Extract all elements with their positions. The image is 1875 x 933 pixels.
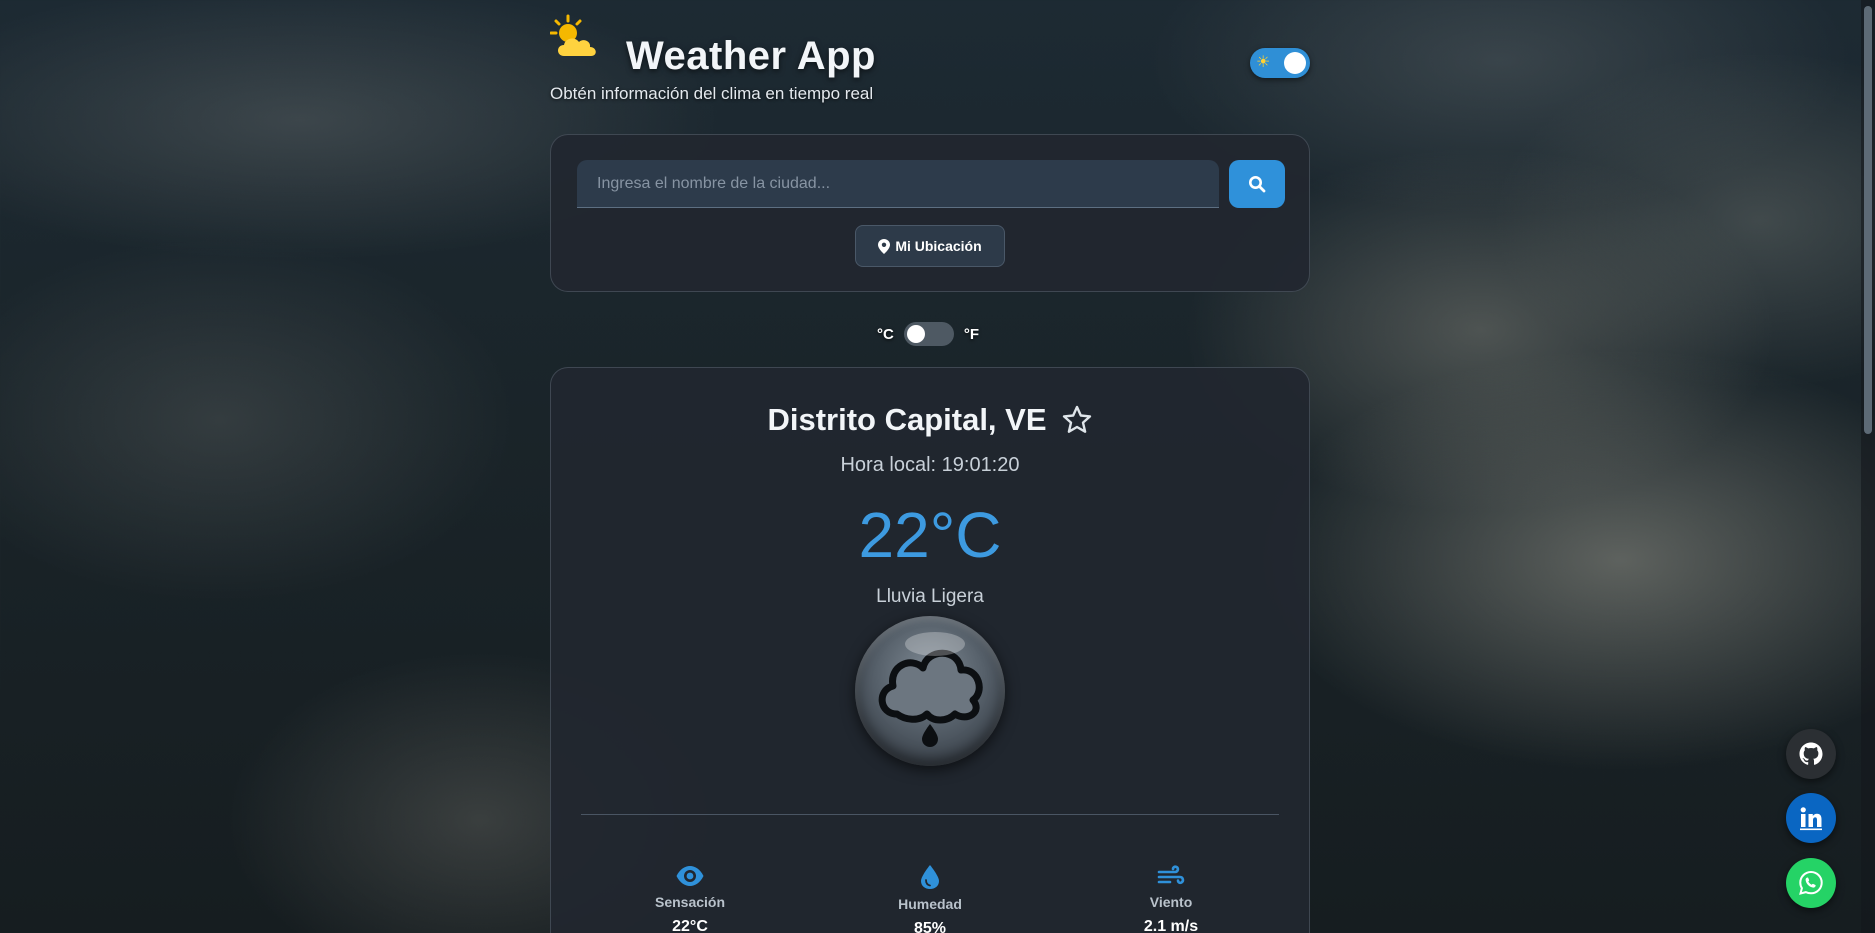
theme-toggle-knob [1284,52,1306,74]
whatsapp-icon [1799,870,1823,895]
fahrenheit-label: °F [963,325,980,343]
linkedin-button[interactable] [1786,793,1836,843]
rain-cloud-icon [855,616,1005,766]
my-location-button[interactable]: Mi Ubicación [855,225,1005,267]
search-button[interactable] [1229,160,1285,208]
stat-wind: Viento 2.1 m/s [1081,864,1261,933]
unit-toggle[interactable] [903,322,954,346]
unit-toggle-knob [906,325,925,343]
my-location-label: Mi Ubicación [895,238,982,254]
whatsapp-button[interactable] [1786,858,1836,908]
weather-description: Lluvia Ligera [876,586,984,607]
stat-humidity: Humedad 85% [840,864,1020,933]
stat-feels-like: Sensación 22°C [600,864,780,933]
wind-icon [1157,865,1185,885]
celsius-label: °C [877,325,894,343]
local-time: Hora local: 19:01:20 [840,454,1020,476]
linkedin-icon [1800,807,1822,831]
sun-icon: ☀ [1256,54,1271,71]
current-temperature: 22°C [858,499,1002,571]
theme-toggle[interactable]: ☀ [1250,48,1310,78]
unit-toggle-row: °C °F [877,321,979,347]
github-button[interactable] [1786,729,1836,779]
github-icon [1799,742,1823,765]
scrollbar[interactable] [1861,0,1875,933]
city-name: Distrito Capital, VE [767,402,1047,437]
star-outline-icon[interactable] [1061,404,1093,436]
stat-value: 85% [913,920,947,933]
eye-icon [676,866,704,886]
app-subtitle: Obtén información del clima en tiempo re… [550,84,874,103]
app-header: Weather App Obtén información del clima … [550,14,1310,114]
stat-label: Sensación [654,894,726,910]
stat-value: 2.1 m/s [1143,918,1199,933]
search-input[interactable] [577,160,1219,208]
divider [581,814,1279,815]
droplet-icon [921,865,939,889]
search-card: Mi Ubicación [550,134,1310,292]
stat-label: Viento [1149,894,1193,910]
map-pin-icon [878,238,891,254]
weather-card: Distrito Capital, VE Hora local: 19:01:2… [550,367,1310,933]
city-row: Distrito Capital, VE [551,402,1309,438]
sun-behind-cloud-icon [550,14,596,56]
search-icon [1249,176,1266,193]
stat-label: Humedad [898,896,962,912]
app-title: Weather App [626,34,876,78]
stat-value: 22°C [672,918,708,933]
scrollbar-thumb[interactable] [1864,6,1872,434]
